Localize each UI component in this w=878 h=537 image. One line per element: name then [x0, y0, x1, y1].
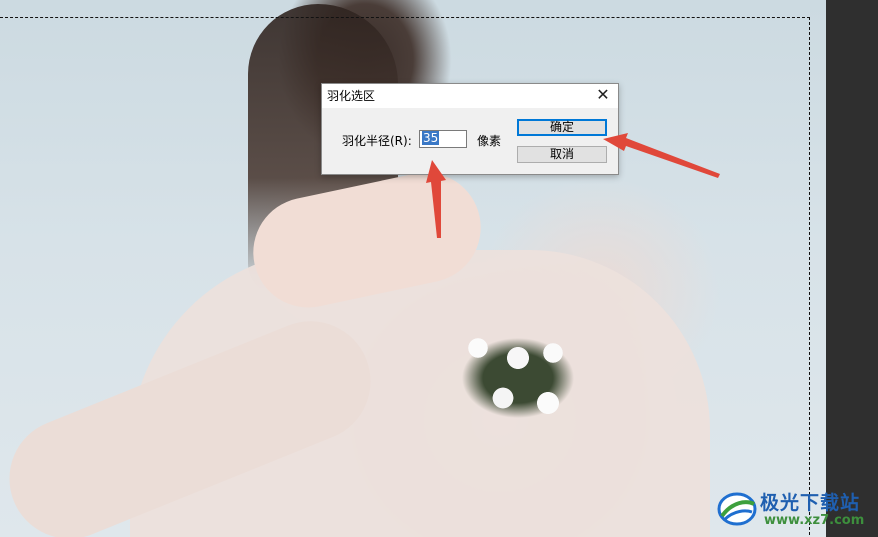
watermark-logo-icon [717, 492, 757, 526]
photo-canvas[interactable] [0, 0, 826, 537]
feather-radius-label: 羽化半径(R): [342, 134, 412, 148]
dialog-body: 羽化半径(R): 35 像素 确定 取消 [322, 108, 618, 174]
feather-selection-dialog: 羽化选区 ✕ 羽化半径(R): 35 像素 确定 取消 [321, 83, 619, 175]
feather-radius-value: 35 [422, 131, 440, 145]
watermark-url: www.xz7.com [764, 513, 865, 528]
feather-radius-input[interactable]: 35 [419, 130, 467, 148]
close-button[interactable]: ✕ [594, 86, 612, 104]
right-panel [826, 0, 878, 537]
watermark-name: 极光下载站 [760, 492, 861, 514]
unit-label: 像素 [477, 134, 502, 148]
dialog-title: 羽化选区 [327, 89, 376, 103]
cancel-button[interactable]: 取消 [517, 146, 607, 163]
ok-button[interactable]: 确定 [517, 119, 607, 136]
watermark: 极光下载站 www.xz7.com [716, 487, 878, 533]
